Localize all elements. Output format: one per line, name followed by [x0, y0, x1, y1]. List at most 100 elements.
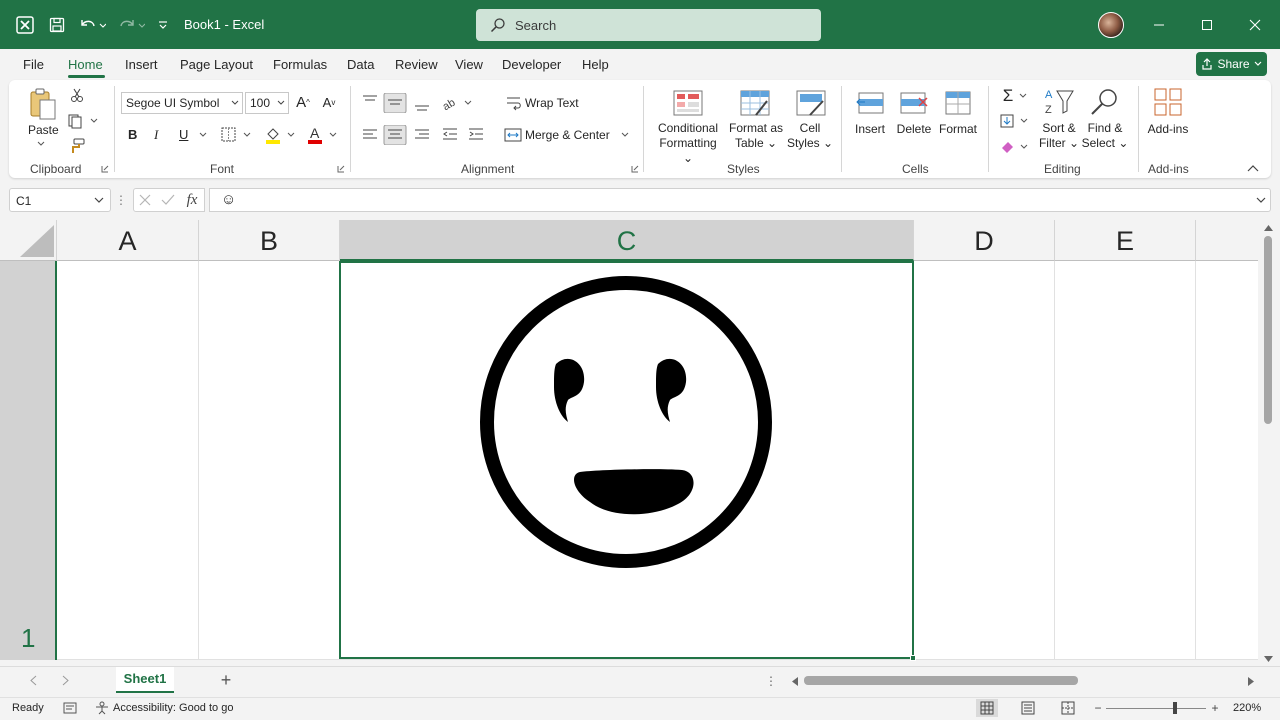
column-header-c[interactable]: C	[340, 220, 914, 261]
format-painter-icon[interactable]	[68, 137, 86, 155]
horizontal-align-icons[interactable]	[360, 124, 440, 146]
tab-splitter-icon[interactable]: ⋮	[765, 674, 777, 688]
scroll-down-icon[interactable]	[1262, 654, 1274, 664]
clear-icon[interactable]	[998, 137, 1032, 157]
cell-styles-button[interactable]: Cell Styles ⌄	[784, 121, 836, 151]
zoom-out-icon[interactable]: −	[1093, 701, 1103, 715]
scroll-up-icon[interactable]	[1262, 223, 1274, 233]
name-box[interactable]: C1	[9, 188, 111, 212]
wrap-text-button[interactable]: Wrap Text	[525, 96, 579, 111]
paste-label[interactable]: Paste	[28, 123, 59, 138]
horizontal-scroll-thumb[interactable]	[804, 676, 1078, 685]
delete-cells-icon[interactable]	[898, 88, 930, 118]
dialog-launcher-icon[interactable]	[630, 164, 640, 174]
column-header-a[interactable]: A	[57, 220, 199, 261]
close-icon[interactable]	[1246, 0, 1264, 49]
merge-center-icon[interactable]	[503, 125, 523, 145]
tab-formulas[interactable]: Formulas	[273, 57, 327, 72]
fill-color-icon[interactable]	[263, 124, 297, 146]
tab-view[interactable]: View	[455, 57, 483, 72]
tab-help[interactable]: Help	[582, 57, 609, 72]
insert-cells-button[interactable]: Insert	[850, 122, 890, 137]
search-box[interactable]: Search	[476, 9, 821, 41]
customize-toolbar-icon[interactable]	[156, 0, 170, 49]
format-cells-icon[interactable]	[942, 86, 974, 118]
cell-styles-icon[interactable]	[795, 88, 827, 118]
accessibility-status[interactable]: Accessibility: Good to go	[113, 702, 233, 714]
tab-insert[interactable]: Insert	[125, 57, 158, 72]
bold-button[interactable]: B	[128, 127, 137, 142]
italic-button[interactable]: I	[154, 127, 158, 142]
paste-icon[interactable]	[28, 86, 58, 122]
next-sheet-icon[interactable]	[58, 673, 72, 687]
row-header-1[interactable]: 1	[0, 261, 57, 660]
page-break-view-icon[interactable]	[1058, 699, 1078, 717]
undo-icon[interactable]	[77, 0, 107, 49]
fill-icon[interactable]	[998, 111, 1032, 131]
tab-review[interactable]: Review	[395, 57, 438, 72]
merge-center-button[interactable]: Merge & Center	[525, 128, 610, 143]
save-icon[interactable]	[47, 0, 67, 49]
add-ins-icon[interactable]	[1152, 86, 1184, 118]
zoom-slider-thumb[interactable]	[1173, 702, 1177, 714]
macro-record-icon[interactable]	[62, 700, 78, 716]
wrap-text-icon[interactable]	[505, 94, 523, 112]
zoom-in-icon[interactable]: +	[1210, 701, 1220, 715]
add-ins-button[interactable]: Add-ins	[1144, 122, 1192, 137]
dialog-launcher-icon[interactable]	[336, 164, 346, 174]
minimize-icon[interactable]	[1150, 0, 1168, 49]
sort-filter-icon[interactable]: AZ	[1042, 86, 1076, 118]
normal-view-button[interactable]	[976, 699, 998, 717]
zoom-level[interactable]: 220%	[1233, 702, 1261, 714]
vertical-align-icons[interactable]	[360, 92, 440, 114]
chevron-down-icon[interactable]	[620, 130, 630, 140]
format-as-table-icon[interactable]	[739, 88, 771, 118]
sort-filter-button[interactable]: Sort & Filter ⌄	[1034, 121, 1084, 151]
conditional-formatting-button[interactable]: Conditional Formatting ⌄	[656, 121, 720, 166]
select-all-button[interactable]	[0, 220, 57, 261]
borders-icon[interactable]	[219, 125, 253, 145]
formula-input[interactable]: ☺	[209, 188, 1271, 212]
column-header-d[interactable]: D	[914, 220, 1055, 261]
page-layout-view-icon[interactable]	[1018, 699, 1038, 717]
decrease-font-icon[interactable]: Av	[320, 92, 338, 112]
indent-icons[interactable]	[440, 124, 488, 146]
share-button[interactable]: Share	[1196, 52, 1267, 76]
font-family-select[interactable]: Segoe UI Symbol	[121, 92, 243, 114]
chevron-down-icon[interactable]	[36, 140, 46, 148]
add-sheet-icon[interactable]: +	[218, 670, 234, 690]
tab-home[interactable]: Home	[68, 57, 103, 72]
font-size-select[interactable]: 100	[245, 92, 289, 114]
delete-cells-button[interactable]: Delete	[894, 122, 934, 137]
avatar[interactable]	[1098, 12, 1124, 38]
tab-developer[interactable]: Developer	[502, 57, 561, 72]
column-header-next[interactable]	[1196, 220, 1258, 261]
conditional-formatting-icon[interactable]	[672, 88, 704, 118]
find-select-icon[interactable]	[1088, 86, 1122, 118]
column-header-e[interactable]: E	[1055, 220, 1196, 261]
insert-function-icon[interactable]: fx	[182, 190, 202, 210]
column-header-b[interactable]: B	[199, 220, 340, 261]
dialog-launcher-icon[interactable]	[100, 164, 110, 174]
underline-button[interactable]: U	[179, 127, 188, 142]
tab-data[interactable]: Data	[347, 57, 374, 72]
cancel-icon[interactable]	[136, 191, 154, 209]
increase-font-icon[interactable]: A ^	[294, 92, 312, 112]
insert-cells-icon[interactable]	[854, 88, 886, 118]
prev-sheet-icon[interactable]	[26, 673, 40, 687]
cut-icon[interactable]	[68, 86, 86, 104]
autosum-icon[interactable]: Σ	[998, 86, 1032, 106]
format-cells-button[interactable]: Format	[936, 122, 980, 137]
enter-icon[interactable]	[159, 191, 177, 209]
collapse-ribbon-icon[interactable]	[1246, 162, 1260, 174]
fill-handle[interactable]	[910, 655, 916, 661]
redo-icon[interactable]	[116, 0, 146, 49]
expand-formula-bar-icon[interactable]	[1254, 192, 1268, 208]
chevron-down-icon[interactable]	[198, 130, 208, 140]
orientation-icon[interactable]: ab	[440, 92, 474, 114]
tab-file[interactable]: File	[23, 57, 44, 72]
copy-icon[interactable]	[66, 112, 100, 130]
maximize-icon[interactable]	[1198, 0, 1216, 49]
font-color-icon[interactable]: A	[305, 124, 339, 146]
sheet-tab-sheet1[interactable]: Sheet1	[116, 667, 174, 693]
